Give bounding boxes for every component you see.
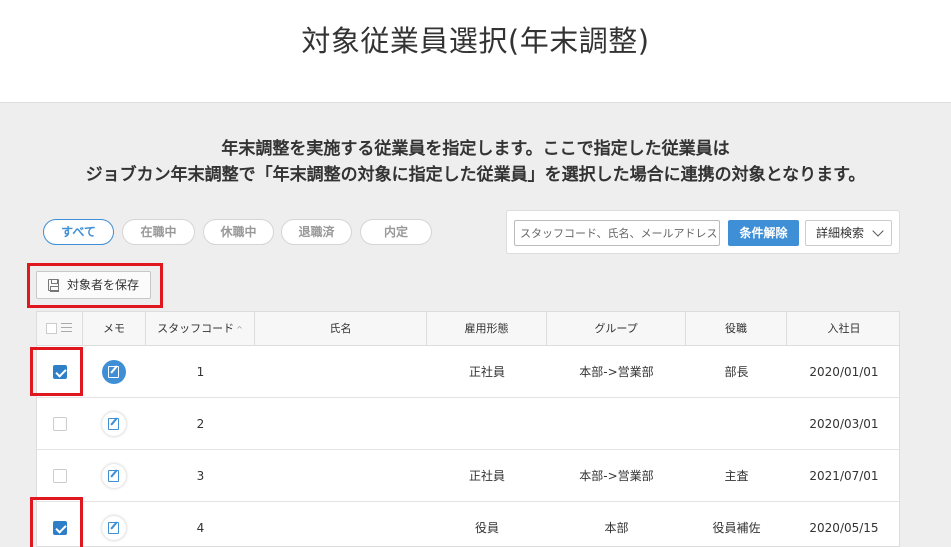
- employment-type-cell: 役員: [474, 521, 499, 535]
- table-row: 3 正社員 本部->営業部 主査 2021/07/01: [37, 451, 899, 502]
- table-row: 2 2020/03/01: [37, 399, 899, 450]
- header-staff-code[interactable]: スタッフコード ^: [146, 312, 255, 346]
- hire-date-cell: 2020/01/01: [809, 365, 879, 379]
- staff-code-cell: 4: [196, 521, 205, 535]
- staff-code-cell: 3: [196, 469, 205, 483]
- hire-date-cell: 2020/03/01: [809, 417, 879, 431]
- header-employment-type: 雇用形態: [427, 312, 547, 346]
- highlight-row-4-checkbox: [30, 497, 83, 547]
- memo-icon[interactable]: [102, 360, 126, 384]
- header-hire-date: 入社日: [827, 322, 861, 335]
- header-name: 氏名: [255, 312, 427, 346]
- position-cell: 主査: [724, 469, 749, 483]
- group-cell: 本部: [604, 521, 629, 535]
- select-all-checkbox[interactable]: [46, 323, 57, 334]
- staff-code-cell: 2: [196, 417, 205, 431]
- filter-all-button[interactable]: すべて: [43, 219, 114, 245]
- name-cell: [255, 347, 427, 398]
- page-header: 対象従業員選択(年末調整): [0, 0, 951, 103]
- position-cell: 役員補佐: [712, 521, 761, 535]
- hire-date-cell: 2021/07/01: [809, 469, 879, 483]
- filter-employed-button[interactable]: 在職中: [122, 219, 195, 245]
- page-title: 対象従業員選択(年末調整): [301, 24, 650, 58]
- row-checkbox[interactable]: [53, 469, 67, 483]
- table-row: 4 役員 本部 役員補佐 2020/05/15: [37, 503, 899, 546]
- header-memo: メモ: [83, 312, 146, 346]
- header-staff-code-label: スタッフコード: [157, 322, 235, 335]
- group-cell: 本部->営業部: [579, 365, 654, 379]
- chevron-down-icon: [872, 225, 884, 237]
- advanced-search-button[interactable]: 詳細検索: [805, 220, 892, 246]
- memo-icon[interactable]: [102, 464, 126, 488]
- group-cell: [547, 399, 686, 450]
- memo-icon[interactable]: [102, 516, 126, 540]
- filter-on-leave-button[interactable]: 休職中: [203, 219, 274, 245]
- employment-type-cell: [427, 399, 547, 450]
- search-input[interactable]: [514, 220, 720, 246]
- header-group: グループ: [547, 312, 686, 346]
- save-targets-button[interactable]: 対象者を保存: [36, 271, 151, 299]
- position-cell: 部長: [724, 365, 749, 379]
- filter-retired-button[interactable]: 退職済: [281, 219, 352, 245]
- employee-table: メモ スタッフコード ^ 氏名 雇用形態 グループ 役職 入社日 1 正社員 本部…: [36, 311, 900, 547]
- save-targets-label: 対象者を保存: [67, 278, 140, 292]
- hire-date-cell: 2020/05/15: [809, 521, 879, 535]
- name-cell: [255, 451, 427, 502]
- staff-code-cell: 1: [196, 365, 205, 379]
- position-cell: [686, 399, 787, 450]
- employment-type-cell: 正社員: [468, 469, 505, 483]
- floppy-disk-icon: [48, 279, 59, 292]
- header-select-cell: [37, 312, 83, 346]
- search-panel: 条件解除 詳細検索: [506, 210, 900, 254]
- description-line-2: ジョブカン年末調整で「年末調整の対象に指定した従業員」を選択した場合に連携の対象…: [85, 165, 866, 185]
- name-cell: [255, 503, 427, 546]
- name-cell: [255, 399, 427, 450]
- table-header: メモ スタッフコード ^ 氏名 雇用形態 グループ 役職 入社日: [37, 312, 899, 346]
- clear-conditions-button[interactable]: 条件解除: [728, 220, 799, 246]
- table-row: 1 正社員 本部->営業部 部長 2020/01/01: [37, 347, 899, 398]
- description-line-1: 年末調整を実施する従業員を指定します。ここで指定した従業員は: [221, 139, 730, 159]
- group-cell: 本部->営業部: [579, 469, 654, 483]
- list-menu-icon[interactable]: [61, 323, 72, 334]
- filter-offer-button[interactable]: 内定: [360, 219, 432, 245]
- memo-icon[interactable]: [102, 412, 126, 436]
- header-position: 役職: [686, 312, 787, 346]
- highlight-row-1-checkbox: [30, 347, 83, 396]
- row-checkbox[interactable]: [53, 417, 67, 431]
- sort-asc-icon: ^: [236, 325, 243, 334]
- employment-type-cell: 正社員: [468, 365, 505, 379]
- advanced-search-label: 詳細検索: [816, 226, 865, 240]
